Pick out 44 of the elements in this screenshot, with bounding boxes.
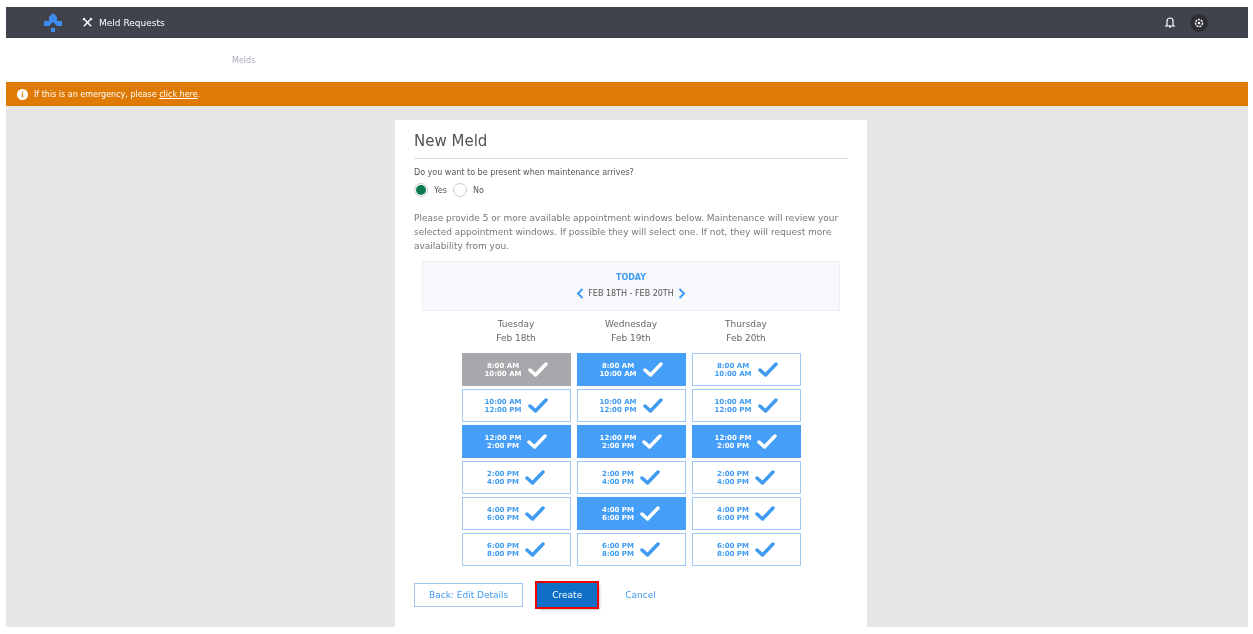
check-icon [757, 361, 778, 378]
bell-icon[interactable] [1164, 16, 1176, 29]
emergency-link[interactable]: click here [159, 89, 198, 99]
check-icon [527, 433, 548, 450]
day-header: Thursday Feb 20th [724, 318, 768, 345]
check-icon [757, 397, 778, 414]
tools-icon [82, 17, 93, 28]
check-icon [524, 505, 545, 522]
day-header: Wednesday Feb 19th [603, 318, 659, 345]
create-button[interactable]: Create [537, 583, 598, 607]
check-icon [524, 469, 545, 486]
check-icon [639, 469, 660, 486]
check-icon [527, 397, 548, 414]
check-icon [642, 397, 663, 414]
form-title: New Meld [414, 132, 848, 159]
logo-icon[interactable] [44, 12, 62, 33]
check-icon [754, 469, 775, 486]
radio-label: No [472, 185, 484, 195]
info-icon [17, 88, 28, 100]
day-header: Tuesday Feb 18th [495, 318, 537, 345]
check-icon [642, 433, 663, 450]
back-button[interactable]: Back: Edit Details [414, 583, 524, 607]
check-icon [754, 505, 775, 522]
next-icon[interactable] [677, 288, 686, 299]
check-icon [527, 361, 548, 378]
instructions-text: Please provide 5 or more available appointment windows below. Maintenance will review your selected appointment windows. If possible they will select one. If not, they will request more availability from you. [414, 212, 840, 253]
today-button[interactable]: TODAY [615, 273, 647, 282]
radio-label: Yes [434, 185, 447, 195]
date-range: FEB 18TH - FEB 20TH [588, 289, 674, 298]
emergency-message: If this is an emergency, please click here. [34, 89, 201, 99]
radio-button[interactable] [452, 183, 467, 197]
check-icon [639, 505, 660, 522]
question-label: Do you want to be present when maintenance arrives? [414, 168, 635, 177]
melds-link[interactable]: Melds [232, 55, 256, 65]
previous-icon[interactable] [576, 288, 585, 299]
check-icon [757, 433, 778, 450]
check-icon [642, 361, 663, 378]
cancel-button[interactable]: Cancel [611, 583, 670, 607]
settings-icon[interactable] [1190, 13, 1208, 32]
check-icon [639, 541, 660, 558]
check-icon [524, 541, 545, 558]
check-icon [754, 541, 775, 558]
nav-link[interactable]: Meld Requests [99, 17, 165, 28]
radio-button[interactable] [414, 183, 428, 197]
